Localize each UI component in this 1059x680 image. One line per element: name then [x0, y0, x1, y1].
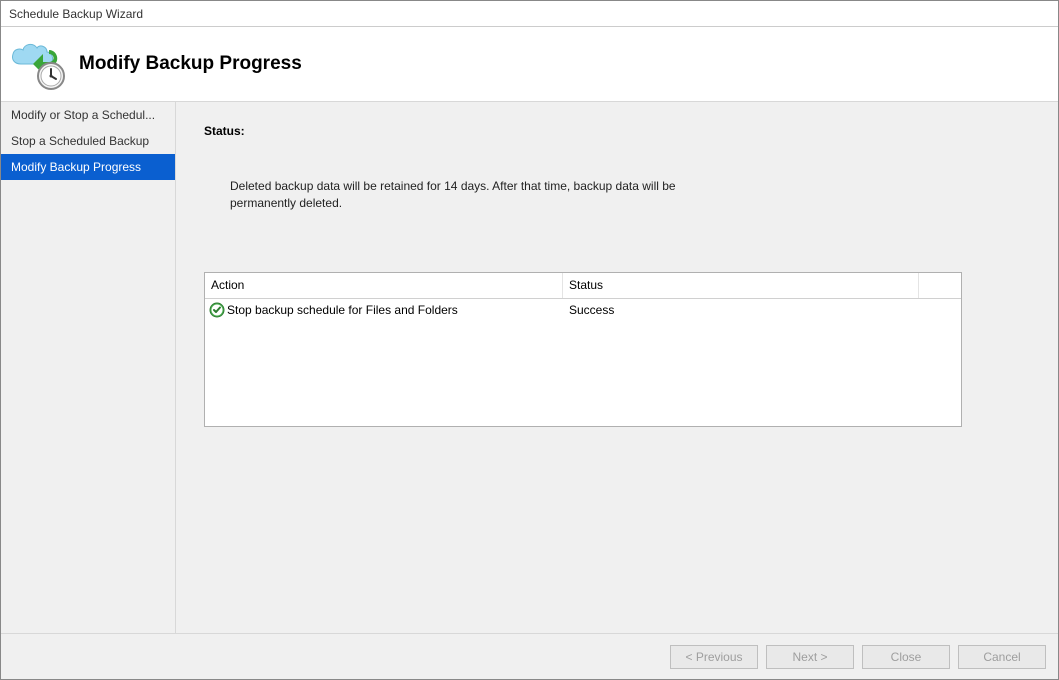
- cell-action: Stop backup schedule for Files and Folde…: [205, 302, 563, 318]
- status-description: Deleted backup data will be retained for…: [230, 178, 700, 212]
- sidebar-item-stop-scheduled[interactable]: Stop a Scheduled Backup: [1, 128, 175, 154]
- main-content: Status: Deleted backup data will be reta…: [176, 102, 1058, 633]
- status-label: Status:: [204, 124, 998, 138]
- table-header-status[interactable]: Status: [563, 273, 919, 298]
- table-header-row: Action Status: [205, 273, 961, 299]
- close-button[interactable]: Close: [862, 645, 950, 669]
- table-header-action[interactable]: Action: [205, 273, 563, 298]
- result-table: Action Status Stop backup schedule for F…: [204, 272, 962, 427]
- sidebar-item-modify-or-stop[interactable]: Modify or Stop a Schedul...: [1, 102, 175, 128]
- window-title: Schedule Backup Wizard: [9, 7, 143, 21]
- next-button: Next >: [766, 645, 854, 669]
- wizard-header: Modify Backup Progress: [1, 27, 1058, 101]
- cell-status: Success: [563, 303, 919, 317]
- page-title: Modify Backup Progress: [79, 53, 302, 75]
- sidebar-item-modify-progress[interactable]: Modify Backup Progress: [1, 154, 175, 180]
- action-text: Stop backup schedule for Files and Folde…: [227, 303, 458, 317]
- previous-button: < Previous: [670, 645, 758, 669]
- success-check-icon: [209, 302, 225, 318]
- backup-cloud-clock-icon: [9, 36, 65, 92]
- table-row: Stop backup schedule for Files and Folde…: [205, 299, 961, 321]
- wizard-steps-sidebar: Modify or Stop a Schedul... Stop a Sched…: [1, 102, 176, 633]
- wizard-footer: < Previous Next > Close Cancel: [1, 633, 1058, 679]
- window-titlebar: Schedule Backup Wizard: [1, 1, 1058, 27]
- cancel-button: Cancel: [958, 645, 1046, 669]
